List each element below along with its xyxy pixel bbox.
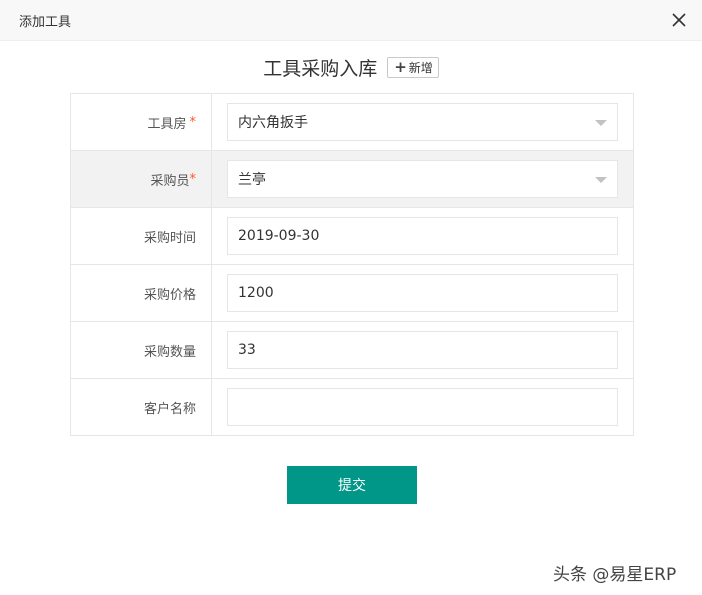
page-title: 工具采购入库 [263,57,378,80]
form-row-purchase-price: 采购价格 [71,265,633,322]
close-icon[interactable] [668,9,690,31]
purchase-price-field[interactable] [227,274,618,312]
row-label: 采购时间 [71,208,212,264]
row-label: 采购员 * [71,151,212,207]
required-mark: * [189,114,197,130]
plus-icon: + [394,57,407,76]
add-new-button[interactable]: + 新增 [387,56,439,78]
form-row-purchase-quantity: 采购数量 [71,322,633,379]
required-mark: * [189,171,197,187]
form-row-tool-room: 工具房 * 内六角扳手 [71,94,633,151]
watermark: 头条 @易星ERP [553,565,677,585]
customer-name-input[interactable] [238,389,617,425]
dialog-title: 添加工具 [19,15,72,30]
add-new-label: 新增 [408,60,433,75]
purchase-time-field[interactable] [227,217,618,255]
form-row-purchaser: 采购员 * 兰亭 [71,151,633,208]
tool-room-select[interactable]: 内六角扳手 [227,103,618,141]
row-label: 客户名称 [71,379,212,435]
purchase-price-input[interactable] [238,275,617,311]
purchaser-select[interactable]: 兰亭 [227,160,618,198]
chevron-down-icon [595,120,607,126]
submit-button[interactable]: 提交 [287,466,417,504]
form-heading: 工具采购入库 + 新增 [0,52,702,82]
row-label: 采购价格 [71,265,212,321]
row-label: 采购数量 [71,322,212,378]
row-label: 工具房 * [71,94,212,150]
purchase-quantity-input[interactable] [238,332,617,368]
select-value: 内六角扳手 [238,115,308,131]
chevron-down-icon [595,177,607,183]
dialog-header: 添加工具 [0,0,702,41]
purchase-quantity-field[interactable] [227,331,618,369]
form-row-customer-name: 客户名称 [71,379,633,436]
select-value: 兰亭 [238,172,266,188]
customer-name-field[interactable] [227,388,618,426]
purchase-time-input[interactable] [238,218,617,254]
form-row-purchase-time: 采购时间 [71,208,633,265]
form-table: 工具房* 内六角扳手 采购员* 兰亭 采购时间 采购价格 [70,93,634,436]
